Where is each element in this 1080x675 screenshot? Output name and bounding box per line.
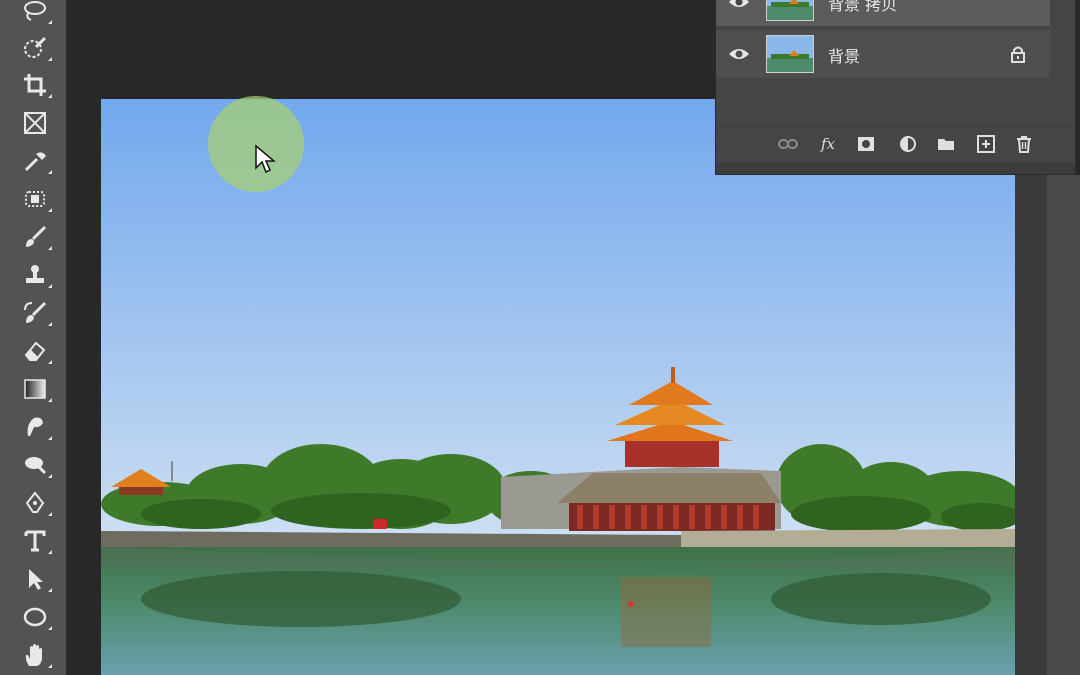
type-tool[interactable] xyxy=(17,524,53,558)
mouse-cursor-icon xyxy=(255,144,276,174)
layer-style-button[interactable]: fx xyxy=(817,133,841,155)
add-mask-button[interactable] xyxy=(854,133,878,155)
brush-tool[interactable] xyxy=(17,220,53,254)
dodge-icon xyxy=(25,457,47,475)
history-brush-icon xyxy=(24,301,47,323)
stamp-icon xyxy=(26,265,44,283)
smudge-icon xyxy=(27,417,43,436)
history-brush-tool[interactable] xyxy=(17,296,53,330)
panel-bottom-bar xyxy=(716,163,1075,174)
ellipse-tool[interactable] xyxy=(17,600,53,634)
frame-tool[interactable] xyxy=(17,106,53,140)
lasso-tool[interactable] xyxy=(17,0,53,28)
link-icon xyxy=(778,139,798,149)
layer-name: 背景 拷贝 xyxy=(828,0,898,14)
clone-stamp-tool[interactable] xyxy=(17,258,53,292)
crop-icon xyxy=(24,74,46,96)
eraser-tool[interactable] xyxy=(17,334,53,368)
type-icon xyxy=(24,530,46,552)
eyedropper-icon xyxy=(24,152,46,172)
layer-thumbnail xyxy=(766,0,814,21)
panel-dock-edge xyxy=(1047,175,1080,675)
smudge-tool[interactable] xyxy=(17,410,53,444)
arrow-icon xyxy=(29,569,43,590)
hand-icon xyxy=(25,644,42,666)
eyedropper-tool[interactable] xyxy=(17,144,53,178)
pen-icon xyxy=(25,491,45,513)
eye-icon[interactable] xyxy=(728,0,750,12)
new-layer-icon xyxy=(977,135,995,153)
link-layers-button[interactable] xyxy=(776,133,800,155)
adjustment-layer-button[interactable] xyxy=(896,133,920,155)
path-selection-tool[interactable] xyxy=(17,562,53,596)
quick-selection-tool[interactable] xyxy=(17,31,53,65)
layers-panel: 背景 拷贝 背景 fx xyxy=(715,0,1076,175)
workspace-gutter xyxy=(1015,175,1047,675)
pen-tool[interactable] xyxy=(17,486,53,520)
panel-divider xyxy=(716,126,1075,127)
healing-brush-tool[interactable] xyxy=(17,182,53,216)
frame-icon xyxy=(24,112,46,134)
trash-icon xyxy=(1017,136,1031,153)
gradient-icon xyxy=(24,379,46,399)
quick-selection-icon xyxy=(24,36,47,58)
layer-name: 背景 xyxy=(828,47,861,66)
dodge-tool[interactable] xyxy=(17,448,53,482)
new-group-button[interactable] xyxy=(934,133,958,155)
fx-icon: fx xyxy=(820,135,836,153)
folder-icon xyxy=(938,139,954,150)
layer-row-background[interactable]: 背景 xyxy=(716,30,1050,78)
svg-text:fx: fx xyxy=(820,135,836,153)
layer-row-background-copy[interactable]: 背景 拷贝 xyxy=(716,0,1050,26)
new-layer-button[interactable] xyxy=(974,133,998,155)
delete-layer-button[interactable] xyxy=(1012,133,1036,155)
mask-icon xyxy=(858,137,874,151)
tools-panel xyxy=(0,0,66,675)
brush-icon xyxy=(26,225,47,247)
lasso-icon xyxy=(24,1,46,21)
eraser-icon xyxy=(24,341,46,361)
adjustment-icon xyxy=(900,136,916,152)
healing-brush-icon xyxy=(25,191,45,207)
layer-thumbnail xyxy=(766,35,814,73)
ellipse-icon xyxy=(23,607,47,627)
lock-icon[interactable] xyxy=(1009,44,1027,64)
hand-tool[interactable] xyxy=(17,638,53,672)
gradient-tool[interactable] xyxy=(17,372,53,406)
eye-icon[interactable] xyxy=(728,44,750,64)
crop-tool[interactable] xyxy=(17,68,53,102)
